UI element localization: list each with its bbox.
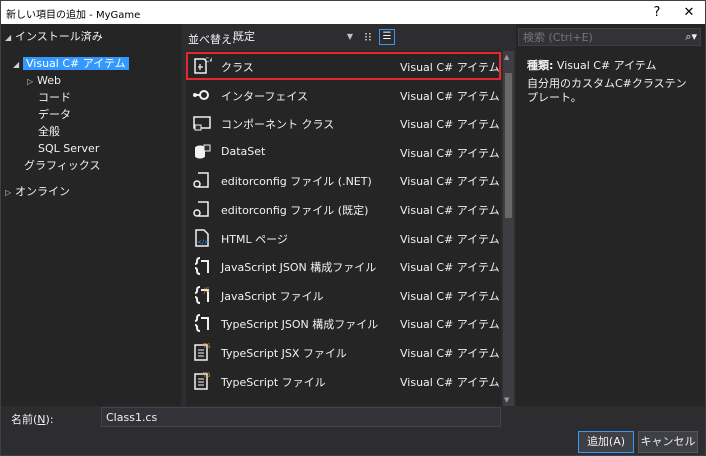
item-type-label: Visual C# アイテム [400, 232, 500, 246]
close-button[interactable]: ✕ [669, 1, 706, 24]
list-item[interactable]: editorconfig ファイル (.NET) Visual C# アイテム [186, 166, 501, 194]
tree-item-installed[interactable]: ◢ インストール済み [5, 28, 103, 45]
item-type-label: Visual C# アイテム [400, 175, 500, 189]
list-item[interactable]: インターフェイス Visual C# アイテム [186, 81, 501, 109]
item-type-label: Visual C# アイテム [400, 204, 500, 217]
item-name: TypeScript JSX ファイル [221, 347, 347, 360]
item-name: JavaScript JSON 構成ファイル [221, 261, 377, 275]
scrollbar-thumb[interactable] [505, 73, 512, 218]
name-field[interactable] [101, 407, 501, 427]
title-bar: 新しい項目の追加 - MyGame ? ✕ [1, 1, 705, 24]
svg-text:TS: TS [202, 343, 211, 350]
list-view-icon[interactable]: ☰ [379, 29, 395, 45]
list-item[interactable]: JavaScript JSON 構成ファイル Visual C# アイテム [186, 252, 501, 280]
cancel-button[interactable]: キャンセル [638, 431, 698, 453]
item-name: コンポーネント クラス [221, 118, 335, 132]
category-tree: ◢ インストール済み ◢ Visual C# アイテム ▷ Web コード データ 全… [1, 24, 181, 406]
item-type: 種類: Visual C# アイテム [527, 59, 657, 72]
ts-file-icon: TS [192, 371, 212, 391]
template-list: C#クラスVisual C# アイテムインターフェイスVisual C# アイテ… [186, 51, 501, 406]
item-name: editorconfig ファイル (.NET) [221, 175, 372, 189]
editorconfig-icon [192, 199, 212, 219]
tree-item-data[interactable]: データ [38, 106, 71, 123]
item-name: TypeScript ファイル [221, 375, 326, 389]
item-name: DataSet [221, 144, 266, 158]
list-item[interactable]: TS TypeScript JSX ファイル Visual C# アイテム [186, 338, 501, 366]
template-pane: 並べ替え: 既定 ▼ ⁝⁝ ☰ C#クラスVisual C# アイテムインターフ… [181, 24, 516, 406]
svg-text:JS: JS [203, 287, 210, 294]
svg-text:C#: C# [205, 57, 212, 64]
item-type-label: Visual C# アイテム [400, 118, 500, 132]
vertical-scrollbar[interactable]: ▲ ▼ [503, 51, 514, 406]
list-item[interactable]: TypeScript JSON 構成ファイル Visual C# アイテム [186, 309, 501, 337]
item-type-label: Visual C# アイテム [400, 318, 500, 332]
expanded-arrow-icon[interactable]: ◢ [13, 56, 23, 73]
list-item[interactable]: TS TypeScript ファイル Visual C# アイテム [186, 367, 501, 395]
sort-label: 並べ替え: [188, 33, 236, 46]
item-type-label: Visual C# アイテム [400, 375, 500, 389]
class-icon: C# [192, 56, 214, 76]
collapsed-arrow-icon[interactable]: ▷ [5, 184, 15, 201]
tree-item-graphics[interactable]: グラフィックス [24, 157, 100, 174]
item-name: JavaScript ファイル [221, 289, 324, 303]
interface-icon [192, 85, 212, 105]
item-type-label: Visual C# アイテム [400, 146, 500, 160]
search-box[interactable]: ⌕▾ [518, 28, 701, 46]
dataset-icon [192, 142, 212, 162]
js-file-icon: JS [192, 285, 212, 305]
component-icon [192, 113, 212, 133]
tree-item-web[interactable]: ▷ Web [27, 72, 61, 89]
item-type-label: Visual C# アイテム [400, 289, 500, 303]
sort-value: 既定 [233, 30, 255, 43]
ts-file-icon: TS [192, 342, 212, 362]
search-input[interactable] [519, 29, 687, 45]
item-name: HTML ページ [221, 232, 288, 246]
sort-bar: 並べ替え: 既定 ▼ ⁝⁝ ☰ [181, 24, 516, 50]
details-pane: ⌕▾ 種類: Visual C# アイテム 自分用のカスタムC#クラステンプレー… [516, 24, 705, 406]
tree-item-visual-cs[interactable]: ◢ Visual C# アイテム [13, 55, 129, 72]
expanded-arrow-icon[interactable]: ◢ [5, 29, 15, 46]
add-button[interactable]: 追加(A) [578, 431, 634, 453]
list-item[interactable]: editorconfig ファイル (既定) Visual C# アイテム [186, 195, 501, 223]
collapsed-arrow-icon[interactable]: ▷ [27, 73, 37, 90]
name-label: 名前(N): [11, 413, 54, 426]
item-name: TypeScript JSON 構成ファイル [221, 318, 379, 332]
item-name: クラス [221, 61, 254, 74]
list-item[interactable]: JS JavaScript ファイル Visual C# アイテム [186, 281, 501, 309]
scroll-up-icon[interactable]: ▲ [504, 53, 509, 61]
list-item[interactable]: DataSet Visual C# アイテム [186, 138, 501, 166]
svg-text:TS: TS [202, 372, 211, 379]
item-type-label: Visual C# アイテム [400, 89, 500, 103]
html-icon: </> [192, 228, 212, 248]
search-icon[interactable]: ⌕▾ [685, 30, 697, 44]
tree-item-code[interactable]: コード [38, 89, 71, 106]
item-type-label: Visual C# アイテム [400, 61, 500, 74]
tree-item-online[interactable]: ▷ オンライン [5, 183, 70, 200]
list-item[interactable]: C# クラス Visual C# アイテム [186, 52, 501, 80]
add-new-item-dialog: 新しい項目の追加 - MyGame ? ✕ ◢ インストール済み ◢ Visual … [0, 0, 706, 456]
list-item[interactable]: コンポーネント クラス Visual C# アイテム [186, 109, 501, 137]
item-description: 自分用のカスタムC#クラステンプレート。 [527, 77, 687, 104]
item-type-label: Visual C# アイテム [400, 347, 500, 360]
tree-item-sql-server[interactable]: SQL Server [38, 140, 99, 157]
chevron-down-icon: ▼ [346, 32, 353, 41]
scroll-down-icon[interactable]: ▼ [504, 396, 509, 404]
sort-dropdown[interactable]: 既定 ▼ [233, 29, 353, 45]
window-title: 新しい項目の追加 - MyGame [6, 10, 141, 21]
grid-view-icon[interactable]: ⁝⁝ [361, 30, 375, 44]
list-item[interactable]: </> HTML ページ Visual C# アイテム [186, 224, 501, 252]
json-config-icon [192, 256, 212, 276]
item-name: インターフェイス [221, 89, 309, 103]
json-config-icon [192, 313, 212, 333]
item-type-label: Visual C# アイテム [400, 261, 500, 275]
editorconfig-icon [192, 170, 212, 190]
tree-item-general[interactable]: 全般 [38, 123, 60, 140]
item-name: editorconfig ファイル (既定) [221, 204, 369, 217]
svg-text:</>: </> [197, 239, 209, 246]
